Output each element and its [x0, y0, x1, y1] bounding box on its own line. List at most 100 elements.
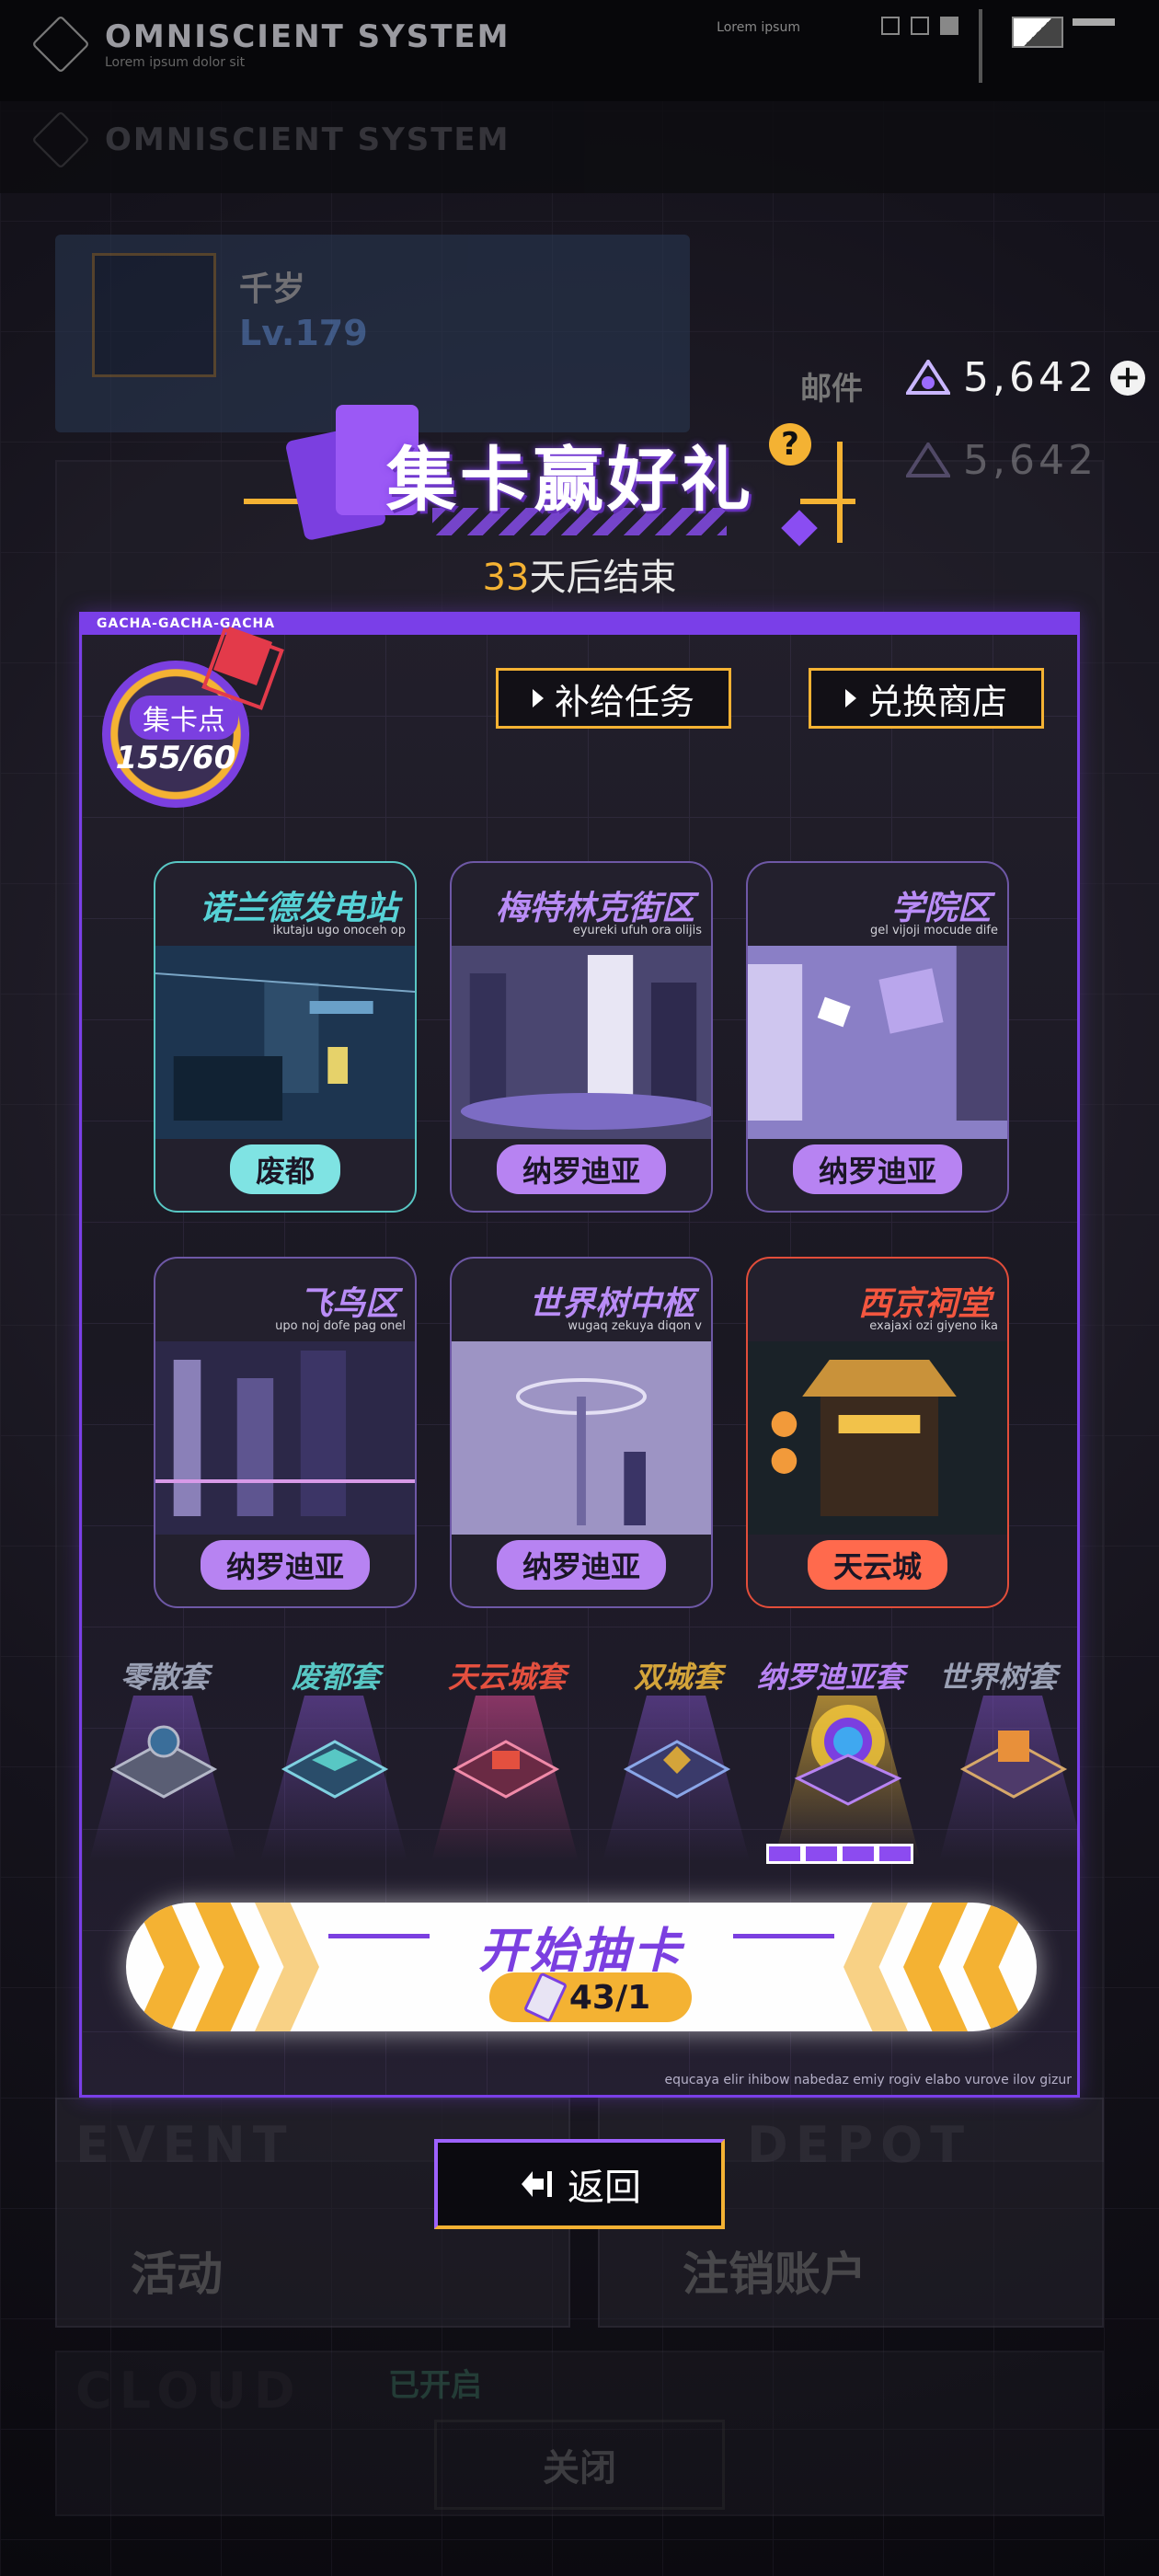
decor-cross: [837, 442, 843, 543]
card-image-bird-district: [155, 1341, 415, 1535]
card-region-pill: 天云城: [807, 1540, 948, 1590]
cloud-label: CLOUD: [75, 2362, 303, 2420]
card-region-pill: 纳罗迪亚: [496, 1540, 667, 1590]
window-fill-icon: [940, 17, 958, 35]
card-image-maeterlinck: [452, 946, 711, 1139]
countdown-days: 33: [482, 557, 530, 599]
menu-lines-icon: [1073, 18, 1115, 26]
arrow-right-icon: [532, 689, 544, 707]
supply-missions-button[interactable]: 补给任务: [496, 668, 731, 729]
card-region-pill: 纳罗迪亚: [792, 1144, 963, 1194]
card-location-3[interactable]: 学院区 gel vijoji mocude dife 纳罗迪亚: [746, 861, 1009, 1213]
close-button-ghost: 关闭: [434, 2420, 725, 2510]
event-header: 集卡赢好礼 ? 33天后结束: [0, 396, 1159, 607]
return-label: 返回: [568, 2167, 641, 2209]
start-draw-button[interactable]: 开始抽卡 43/1: [126, 1903, 1037, 2031]
series-label-skycloud: 天云城套: [447, 1660, 566, 1695]
progress-segment: [877, 1844, 913, 1864]
card-image-world-tree: [452, 1341, 711, 1535]
ticket-icon: [522, 1972, 568, 2023]
brand-ghost: OMNISCIENT SYSTEM: [31, 110, 511, 169]
series-label-world-tree: 世界树套: [938, 1660, 1057, 1695]
activity-label: 活动: [131, 2248, 223, 2301]
card-subtitle: exajaxi ozi giyeno ika: [869, 1319, 998, 1333]
decor-line: [800, 499, 855, 504]
top-bar: OMNISCIENT SYSTEM Lorem ipsum dolor sit …: [0, 0, 1159, 101]
top-bar-shadow: OMNISCIENT SYSTEM: [0, 101, 1159, 193]
progress-segment: [840, 1844, 877, 1864]
progress-segment: [766, 1844, 803, 1864]
exchange-shop-label: 兑换商店: [866, 681, 1007, 722]
brand: OMNISCIENT SYSTEM Lorem ipsum dolor sit: [31, 15, 511, 74]
crystal-icon: [906, 359, 950, 395]
card-points-value: 155/60: [115, 740, 236, 776]
countdown-text: 天后结束: [529, 557, 677, 599]
decor-line: [244, 499, 299, 504]
panel-tag: GACHA-GACHA-GACHA: [97, 616, 276, 631]
thumbnail-icon: [1012, 17, 1063, 48]
card-location-6[interactable]: 西京祠堂 exajaxi ozi giyeno ika 天云城: [746, 1257, 1009, 1608]
card-image-power-station: [155, 946, 415, 1139]
card-region-pill: 废都: [229, 1144, 341, 1194]
card-location-1[interactable]: 诺兰德发电站 ikutaju ugo onoceh op 废都: [154, 861, 417, 1213]
system-title-ghost: OMNISCIENT SYSTEM: [105, 121, 511, 158]
draw-cost: 43/1: [489, 1972, 692, 2023]
currency-display: 5,642 +: [906, 354, 1145, 401]
card-title: 西京祠堂: [857, 1285, 991, 1323]
hexagon-logo-icon: [31, 15, 90, 74]
scattered-set-icon[interactable]: [95, 1705, 233, 1824]
event-title: 集卡赢好礼: [386, 439, 754, 521]
card-location-5[interactable]: 世界树中枢 wugaq zekuya diqon v 纳罗迪亚: [450, 1257, 713, 1608]
series-label-twin-city: 双城套: [633, 1660, 722, 1695]
card-points-label: 集卡点: [130, 696, 238, 740]
help-icon[interactable]: ?: [769, 423, 811, 466]
divider: [979, 9, 982, 83]
twin-city-set-icon[interactable]: [608, 1705, 746, 1824]
depot-label: DEPOT: [747, 2116, 972, 2174]
card-title: 飞鸟区: [298, 1285, 398, 1323]
profile-name: 千岁: [239, 270, 306, 308]
card-location-2[interactable]: 梅特林克街区 eyureki ufuh ora olijis 纳罗迪亚: [450, 861, 713, 1213]
skycloud-set-icon[interactable]: [437, 1705, 575, 1824]
card-subtitle: eyureki ufuh ora olijis: [572, 924, 702, 937]
card-title: 世界树中枢: [528, 1285, 694, 1323]
return-arrow-icon: [522, 2171, 552, 2197]
world-tree-set-icon[interactable]: [945, 1705, 1083, 1824]
card-image-academy: [748, 946, 1007, 1139]
card-subtitle: upo noj dofe pag onel: [275, 1319, 406, 1333]
profile-level: Lv.179: [239, 313, 368, 353]
close-label: 关闭: [543, 2447, 616, 2490]
series-label-narodia: 纳罗迪亚套: [756, 1660, 904, 1695]
window-square-icon: [881, 17, 900, 35]
card-title: 诺兰德发电站: [199, 890, 398, 927]
series-label-ruins: 废都套: [291, 1660, 380, 1695]
opened-label: 已开启: [388, 2367, 482, 2404]
start-draw-label: 开始抽卡: [477, 1924, 684, 1979]
sparkle-icon: [781, 510, 818, 546]
progress-segment: [803, 1844, 840, 1864]
window-x-icon: [911, 17, 929, 35]
draw-cost-value: 43/1: [568, 1978, 651, 2017]
lorem-tag: Lorem ipsum: [717, 20, 800, 35]
system-subtitle: Lorem ipsum dolor sit: [105, 55, 246, 70]
narodia-set-icon[interactable]: [779, 1705, 917, 1824]
system-title: OMNISCIENT SYSTEM: [105, 18, 511, 55]
card-subtitle: wugaq zekuya diqon v: [568, 1319, 702, 1333]
currency-value: 5,642: [963, 354, 1097, 401]
logout-label: 注销账户: [683, 2248, 866, 2301]
return-button[interactable]: 返回: [434, 2139, 725, 2229]
card-region-pill: 纳罗迪亚: [200, 1540, 371, 1590]
card-location-4[interactable]: 飞鸟区 upo noj dofe pag onel 纳罗迪亚: [154, 1257, 417, 1608]
arrow-right-icon: [844, 689, 856, 707]
card-image-shrine: [748, 1341, 1007, 1535]
hexagon-logo-icon: [31, 110, 90, 169]
add-currency-button[interactable]: +: [1109, 360, 1145, 396]
exchange-shop-button[interactable]: 兑换商店: [809, 668, 1044, 729]
supply-missions-label: 补给任务: [554, 681, 694, 722]
series-label-scattered: 零散套: [120, 1660, 209, 1695]
card-region-pill: 纳罗迪亚: [496, 1144, 667, 1194]
card-subtitle: ikutaju ugo onoceh op: [272, 924, 406, 937]
panel-footer-text: equcaya elir ihibow nabedaz emiy rogiv e…: [664, 2073, 1072, 2087]
avatar: [92, 253, 216, 377]
ruins-set-icon[interactable]: [266, 1705, 404, 1824]
